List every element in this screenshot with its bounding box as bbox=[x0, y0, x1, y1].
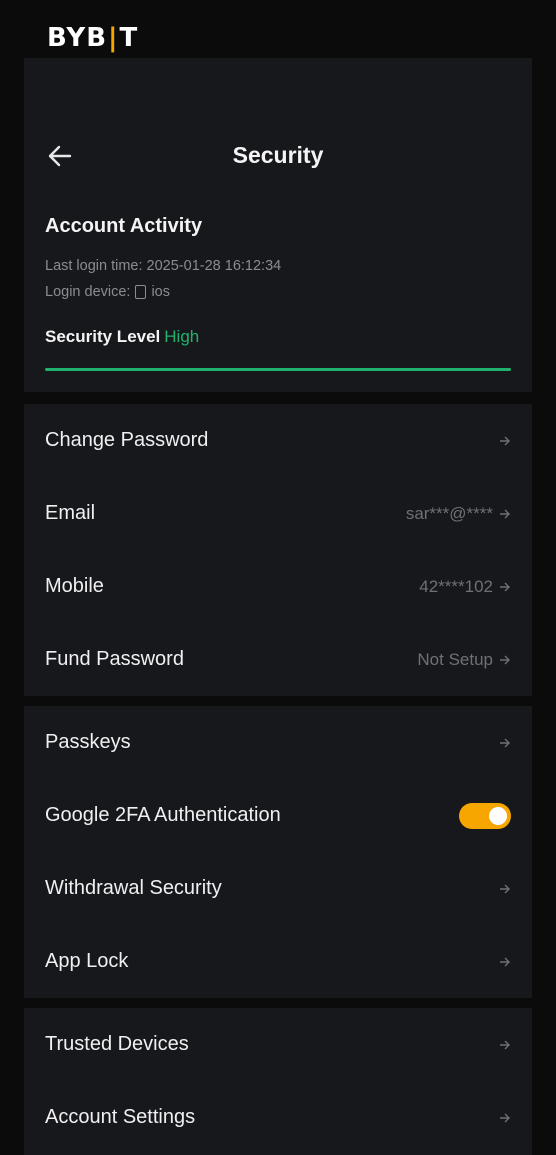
arrow-right-icon bbox=[500, 655, 510, 664]
credentials-group: Change Password Email sar***@**** Mobile… bbox=[24, 404, 532, 696]
security-screen: Security Account Activity Last login tim… bbox=[24, 58, 532, 1155]
page-title: Security bbox=[232, 142, 324, 168]
toggle-knob bbox=[489, 806, 507, 825]
security-level-value: High bbox=[164, 327, 200, 346]
app-lock-row[interactable]: App Lock bbox=[24, 925, 532, 998]
withdrawal-security-row[interactable]: Withdrawal Security bbox=[24, 852, 532, 925]
login-device: Login device: ios bbox=[45, 284, 170, 300]
fund-password-status: Not Setup bbox=[417, 649, 493, 669]
fund-password-row[interactable]: Fund Password Not Setup bbox=[24, 623, 532, 696]
account-settings-row[interactable]: Account Settings bbox=[24, 1081, 532, 1154]
google-2fa-row: Google 2FA Authentication bbox=[24, 779, 532, 852]
email-row[interactable]: Email sar***@**** bbox=[24, 477, 532, 550]
arrow-right-icon bbox=[500, 1040, 510, 1049]
arrow-right-icon bbox=[500, 957, 510, 966]
mobile-value: 42****102 bbox=[419, 576, 493, 596]
mobile-row[interactable]: Mobile 42****102 bbox=[24, 550, 532, 623]
email-value: sar***@**** bbox=[405, 503, 493, 523]
security-level: Security Level High bbox=[45, 327, 200, 346]
security-level-bar bbox=[45, 368, 511, 371]
devices-group: Trusted Devices Account Settings bbox=[24, 1008, 532, 1155]
account-activity-title: Account Activity bbox=[45, 215, 203, 237]
arrow-right-icon bbox=[500, 738, 510, 747]
arrow-right-icon bbox=[500, 436, 510, 445]
security-methods-group: Passkeys Google 2FA Authentication Withd… bbox=[24, 706, 532, 998]
account-activity-card: Security Account Activity Last login tim… bbox=[24, 58, 532, 392]
trusted-devices-row[interactable]: Trusted Devices bbox=[24, 1008, 532, 1081]
phone-icon bbox=[135, 285, 147, 299]
change-password-row[interactable]: Change Password bbox=[24, 404, 532, 477]
arrow-right-icon bbox=[500, 509, 510, 518]
bybit-logo: BYB|T bbox=[47, 23, 139, 53]
last-login-time: Last login time: 2025-01-28 16:12:34 bbox=[45, 258, 282, 274]
arrow-right-icon bbox=[500, 884, 510, 893]
google-2fa-toggle[interactable] bbox=[459, 802, 511, 829]
passkeys-row[interactable]: Passkeys bbox=[24, 706, 532, 779]
arrow-right-icon bbox=[500, 1113, 510, 1122]
top-bar: BYB|T bbox=[0, 0, 556, 58]
arrow-right-icon bbox=[500, 582, 510, 591]
